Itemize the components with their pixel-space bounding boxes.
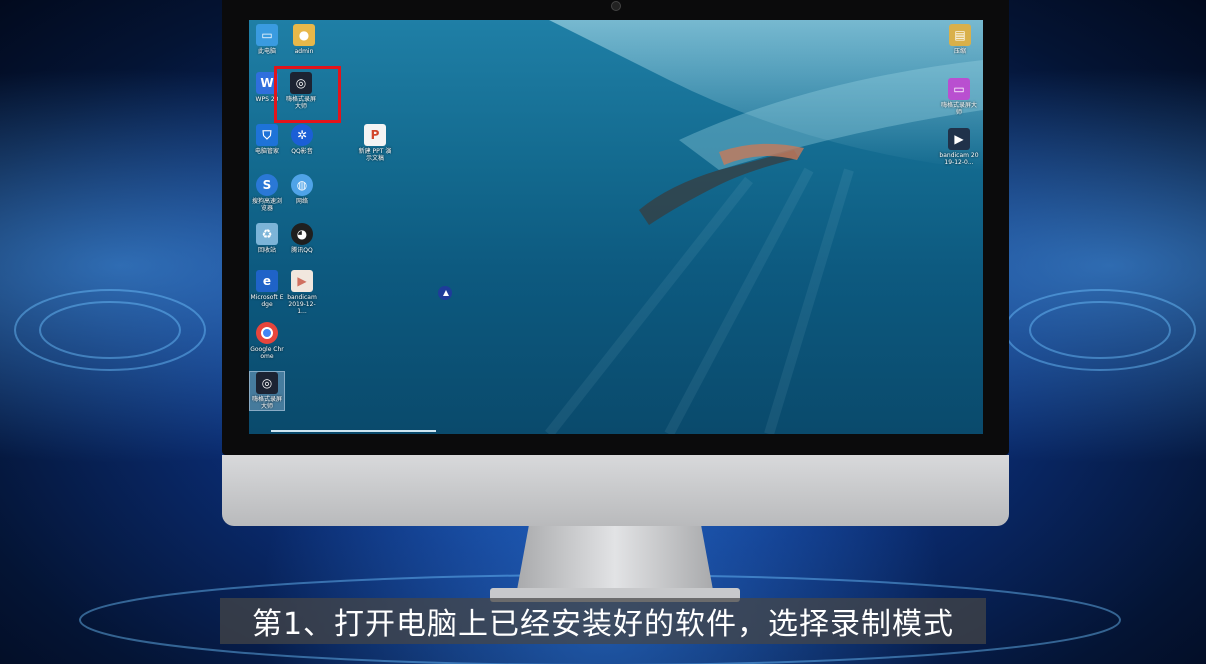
recorder-logo-icon: ◎ (256, 372, 278, 394)
subtitle-text: 第1、打开电脑上已经安装好的软件，选择录制模式 (251, 607, 955, 642)
recorder-selected-icon[interactable]: ◎ 嗨格式录屏大师 (249, 371, 285, 411)
user-folder-icon: ● (293, 24, 315, 46)
mouse-cursor-icon (438, 286, 452, 300)
webcam-icon (611, 1, 621, 11)
bandicam-right-icon[interactable]: ▶ bandicam 2019-12-0... (939, 128, 979, 166)
browser-icon: S (256, 174, 278, 196)
video-file-icon: ▶ (948, 128, 970, 150)
wallpaper (545, 20, 983, 434)
this-pc-icon[interactable]: ▭ 此电脑 (250, 24, 284, 55)
admin-folder-icon[interactable]: ● admin (287, 24, 321, 55)
recycle-bin-icon[interactable]: ♻ 回收站 (250, 223, 284, 254)
monitor-chin (222, 455, 1009, 526)
sogou-browser-icon[interactable]: S 搜狗高速浏览器 (250, 174, 284, 212)
chrome-logo-icon (256, 322, 278, 344)
archive-icon[interactable]: ▤ 压缩 (943, 24, 977, 55)
desktop-screen: ▭ 此电脑 ● admin W WPS 20 ◎ 嗨格式录屏大师 ⛉ 电脑管家 … (249, 20, 983, 434)
ppt-icon: P (364, 124, 386, 146)
tencent-qq-icon[interactable]: ◕ 腾讯QQ (285, 223, 319, 254)
qq-music-icon[interactable]: ✲ QQ影音 (285, 124, 319, 155)
monitor-stand (517, 526, 713, 590)
globe-icon: ◍ (291, 174, 313, 196)
ppt-file-icon[interactable]: P 新建 PPT 演示文稿 (357, 124, 393, 162)
app-icon: ▭ (948, 78, 970, 100)
subtitle-bar: 第1、打开电脑上已经安装好的软件，选择录制模式 (220, 598, 986, 644)
taskbar-indicator (271, 430, 436, 432)
pc-manager-icon[interactable]: ⛉ 电脑管家 (250, 124, 284, 155)
shield-icon: ⛉ (256, 124, 278, 146)
chrome-icon[interactable]: Google Chrome (250, 322, 284, 360)
video-file-icon: ▶ (291, 270, 313, 292)
network-icon[interactable]: ◍ 网络 (285, 174, 319, 205)
trash-icon: ♻ (256, 223, 278, 245)
edge-icon[interactable]: e Microsoft Edge (250, 270, 284, 308)
highlight-box (274, 66, 341, 123)
bandicam-file-icon[interactable]: ▶ bandicam 2019-12-1... (285, 270, 319, 315)
penguin-icon: ◕ (291, 223, 313, 245)
archive-box-icon: ▤ (949, 24, 971, 46)
remote-icon[interactable]: ▭ 嗨格式录屏大师 (939, 78, 979, 116)
computer-icon: ▭ (256, 24, 278, 46)
edge-logo-icon: e (256, 270, 278, 292)
media-player-icon: ✲ (291, 124, 313, 146)
